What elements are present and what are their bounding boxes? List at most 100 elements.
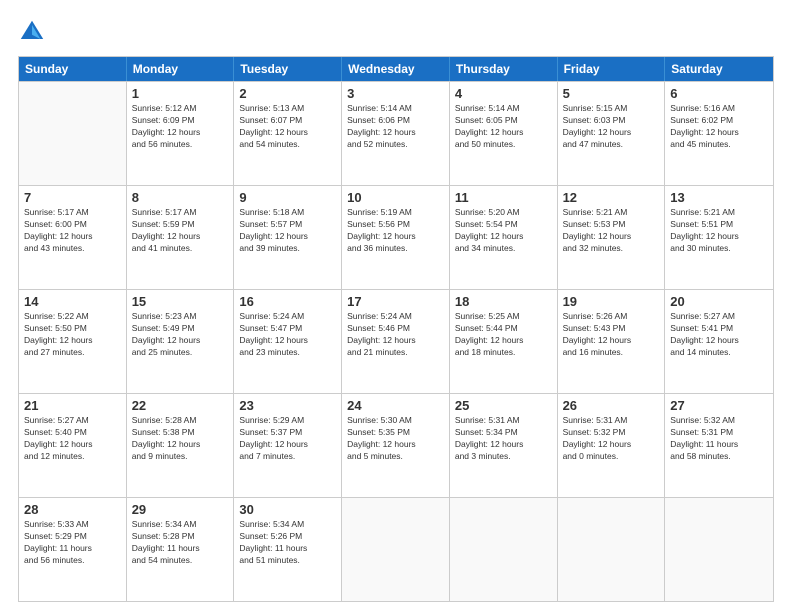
day-info: Sunrise: 5:14 AMSunset: 6:05 PMDaylight:… [455,103,552,151]
table-row: 2 Sunrise: 5:13 AMSunset: 6:07 PMDaylight… [234,82,342,185]
day-number: 1 [132,86,229,101]
day-number: 17 [347,294,444,309]
day-info: Sunrise: 5:33 AMSunset: 5:29 PMDaylight:… [24,519,121,567]
day-info: Sunrise: 5:34 AMSunset: 5:26 PMDaylight:… [239,519,336,567]
table-row [450,498,558,601]
day-info: Sunrise: 5:34 AMSunset: 5:28 PMDaylight:… [132,519,229,567]
day-number: 24 [347,398,444,413]
table-row: 20 Sunrise: 5:27 AMSunset: 5:41 PMDayligh… [665,290,773,393]
table-row: 18 Sunrise: 5:25 AMSunset: 5:44 PMDayligh… [450,290,558,393]
day-info: Sunrise: 5:28 AMSunset: 5:38 PMDaylight:… [132,415,229,463]
table-row [342,498,450,601]
day-number: 8 [132,190,229,205]
day-info: Sunrise: 5:18 AMSunset: 5:57 PMDaylight:… [239,207,336,255]
day-number: 25 [455,398,552,413]
table-row: 24 Sunrise: 5:30 AMSunset: 5:35 PMDayligh… [342,394,450,497]
header-sunday: Sunday [19,57,127,81]
table-row: 3 Sunrise: 5:14 AMSunset: 6:06 PMDaylight… [342,82,450,185]
day-number: 14 [24,294,121,309]
day-info: Sunrise: 5:32 AMSunset: 5:31 PMDaylight:… [670,415,768,463]
table-row: 19 Sunrise: 5:26 AMSunset: 5:43 PMDayligh… [558,290,666,393]
day-number: 12 [563,190,660,205]
day-number: 19 [563,294,660,309]
day-info: Sunrise: 5:31 AMSunset: 5:34 PMDaylight:… [455,415,552,463]
day-number: 30 [239,502,336,517]
day-info: Sunrise: 5:25 AMSunset: 5:44 PMDaylight:… [455,311,552,359]
week-row-3: 14 Sunrise: 5:22 AMSunset: 5:50 PMDayligh… [19,289,773,393]
table-row: 27Sunrise: 5:32 AMSunset: 5:31 PMDayligh… [665,394,773,497]
header-monday: Monday [127,57,235,81]
day-number: 22 [132,398,229,413]
day-info: Sunrise: 5:13 AMSunset: 6:07 PMDaylight:… [239,103,336,151]
day-info: Sunrise: 5:21 AMSunset: 5:51 PMDaylight:… [670,207,768,255]
day-info: Sunrise: 5:21 AMSunset: 5:53 PMDaylight:… [563,207,660,255]
day-number: 21 [24,398,121,413]
header-saturday: Saturday [665,57,773,81]
table-row: 30 Sunrise: 5:34 AMSunset: 5:26 PMDayligh… [234,498,342,601]
table-row: 16Sunrise: 5:24 AMSunset: 5:47 PMDayligh… [234,290,342,393]
day-number: 15 [132,294,229,309]
day-number: 5 [563,86,660,101]
logo [18,18,48,46]
day-number: 11 [455,190,552,205]
table-row: 21 Sunrise: 5:27 AMSunset: 5:40 PMDayligh… [19,394,127,497]
table-row [19,82,127,185]
day-info: Sunrise: 5:27 AMSunset: 5:40 PMDaylight:… [24,415,121,463]
table-row: 14 Sunrise: 5:22 AMSunset: 5:50 PMDayligh… [19,290,127,393]
day-number: 20 [670,294,768,309]
table-row: 17 Sunrise: 5:24 AMSunset: 5:46 PMDayligh… [342,290,450,393]
header-wednesday: Wednesday [342,57,450,81]
day-number: 26 [563,398,660,413]
day-number: 9 [239,190,336,205]
day-info: Sunrise: 5:22 AMSunset: 5:50 PMDaylight:… [24,311,121,359]
week-row-5: 28Sunrise: 5:33 AMSunset: 5:29 PMDayligh… [19,497,773,601]
day-info: Sunrise: 5:23 AMSunset: 5:49 PMDaylight:… [132,311,229,359]
table-row [558,498,666,601]
day-info: Sunrise: 5:27 AMSunset: 5:41 PMDaylight:… [670,311,768,359]
day-number: 16 [239,294,336,309]
day-number: 3 [347,86,444,101]
day-number: 23 [239,398,336,413]
week-row-2: 7Sunrise: 5:17 AMSunset: 6:00 PMDaylight… [19,185,773,289]
table-row: 5Sunrise: 5:15 AMSunset: 6:03 PMDaylight… [558,82,666,185]
day-info: Sunrise: 5:14 AMSunset: 6:06 PMDaylight:… [347,103,444,151]
table-row: 6 Sunrise: 5:16 AMSunset: 6:02 PMDaylight… [665,82,773,185]
header-tuesday: Tuesday [234,57,342,81]
week-row-1: 1Sunrise: 5:12 AMSunset: 6:09 PMDaylight… [19,81,773,185]
header-friday: Friday [558,57,666,81]
table-row: 9 Sunrise: 5:18 AMSunset: 5:57 PMDaylight… [234,186,342,289]
table-row: 10Sunrise: 5:19 AMSunset: 5:56 PMDayligh… [342,186,450,289]
day-info: Sunrise: 5:16 AMSunset: 6:02 PMDaylight:… [670,103,768,151]
day-info: Sunrise: 5:17 AMSunset: 6:00 PMDaylight:… [24,207,121,255]
day-number: 29 [132,502,229,517]
day-number: 4 [455,86,552,101]
day-info: Sunrise: 5:29 AMSunset: 5:37 PMDaylight:… [239,415,336,463]
table-row: 11 Sunrise: 5:20 AMSunset: 5:54 PMDayligh… [450,186,558,289]
header-thursday: Thursday [450,57,558,81]
day-info: Sunrise: 5:26 AMSunset: 5:43 PMDaylight:… [563,311,660,359]
day-number: 18 [455,294,552,309]
day-info: Sunrise: 5:24 AMSunset: 5:46 PMDaylight:… [347,311,444,359]
day-number: 6 [670,86,768,101]
table-row: 22 Sunrise: 5:28 AMSunset: 5:38 PMDayligh… [127,394,235,497]
calendar: Sunday Monday Tuesday Wednesday Thursday… [18,56,774,602]
table-row: 4 Sunrise: 5:14 AMSunset: 6:05 PMDaylight… [450,82,558,185]
table-row: 13Sunrise: 5:21 AMSunset: 5:51 PMDayligh… [665,186,773,289]
week-row-4: 21 Sunrise: 5:27 AMSunset: 5:40 PMDayligh… [19,393,773,497]
calendar-body: 1Sunrise: 5:12 AMSunset: 6:09 PMDaylight… [19,81,773,601]
calendar-header: Sunday Monday Tuesday Wednesday Thursday… [19,57,773,81]
table-row: 8 Sunrise: 5:17 AMSunset: 5:59 PMDaylight… [127,186,235,289]
table-row: 15 Sunrise: 5:23 AMSunset: 5:49 PMDayligh… [127,290,235,393]
table-row: 26Sunrise: 5:31 AMSunset: 5:32 PMDayligh… [558,394,666,497]
table-row: 23 Sunrise: 5:29 AMSunset: 5:37 PMDayligh… [234,394,342,497]
table-row: 29 Sunrise: 5:34 AMSunset: 5:28 PMDayligh… [127,498,235,601]
day-info: Sunrise: 5:20 AMSunset: 5:54 PMDaylight:… [455,207,552,255]
day-info: Sunrise: 5:30 AMSunset: 5:35 PMDaylight:… [347,415,444,463]
day-number: 2 [239,86,336,101]
day-number: 10 [347,190,444,205]
day-info: Sunrise: 5:17 AMSunset: 5:59 PMDaylight:… [132,207,229,255]
table-row: 7Sunrise: 5:17 AMSunset: 6:00 PMDaylight… [19,186,127,289]
table-row [665,498,773,601]
table-row: 25 Sunrise: 5:31 AMSunset: 5:34 PMDayligh… [450,394,558,497]
table-row: 28Sunrise: 5:33 AMSunset: 5:29 PMDayligh… [19,498,127,601]
